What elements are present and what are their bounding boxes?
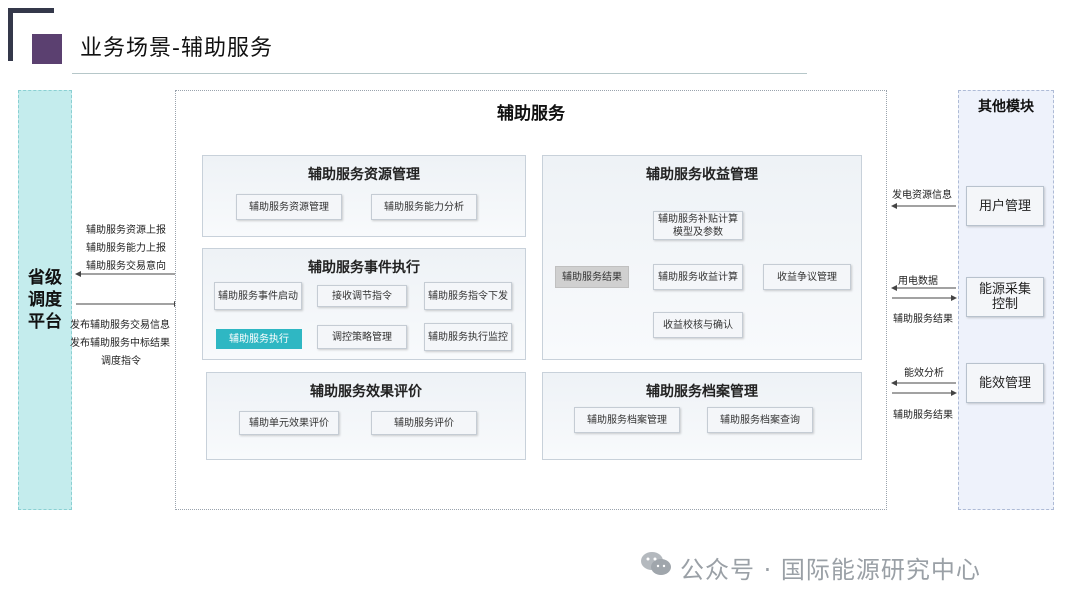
panel-title: 辅助服务事件执行 (308, 260, 420, 276)
energy-efficiency-module: 能效管理 (966, 363, 1044, 403)
revenue-verification-box: 收益校核与确认 (653, 312, 743, 338)
resource-management-box: 辅助服务资源管理 (236, 194, 342, 220)
event-execution-panel: 辅助服务事件执行 辅助服务事件启动 接收调节指令 辅助服务指令下发 辅助服务执行… (202, 248, 526, 360)
revenue-management-panel: 辅助服务收益管理 辅助服务补贴计算模型及参数 辅助服务结果 辅助服务收益计算 收… (542, 155, 862, 360)
effect-evaluation-panel: 辅助服务效果评价 辅助单元效果评价 辅助服务评价 (206, 372, 526, 460)
subsidy-model-box: 辅助服务补贴计算模型及参数 (653, 211, 743, 240)
instruction-dispatch-box: 辅助服务指令下发 (424, 282, 512, 310)
wechat-icon (641, 552, 671, 575)
panel-title: 辅助服务效果评价 (310, 384, 422, 400)
unit-evaluation-box: 辅助单元效果评价 (239, 411, 339, 435)
archive-query-box: 辅助服务档案查询 (707, 407, 813, 433)
event-start-box: 辅助服务事件启动 (214, 282, 302, 310)
left-arrow-label: 发布辅助服务中标结果 (70, 338, 170, 349)
other-modules-title: 其他模块 (978, 99, 1034, 115)
service-evaluation-box: 辅助服务评价 (371, 411, 477, 435)
ancillary-service-title: 辅助服务 (497, 104, 565, 124)
execution-monitor-box: 辅助服务执行监控 (424, 323, 512, 351)
left-arrow-label: 调度指令 (101, 356, 141, 367)
resource-management-panel: 辅助服务资源管理 辅助服务资源管理 辅助服务能力分析 (202, 155, 526, 237)
left-arrow-label: 辅助服务交易意向 (86, 261, 166, 272)
panel-title: 辅助服务收益管理 (646, 167, 758, 183)
dispute-management-box: 收益争议管理 (763, 264, 851, 290)
service-result-box: 辅助服务结果 (555, 266, 629, 288)
panel-title: 辅助服务档案管理 (646, 384, 758, 400)
receive-instruction-box: 接收调节指令 (317, 285, 407, 307)
right-arrow-label: 能效分析 (904, 368, 944, 379)
user-management-module: 用户管理 (966, 186, 1044, 226)
panel-title: 辅助服务资源管理 (308, 167, 420, 183)
left-arrow-label: 发布辅助服务交易信息 (70, 320, 170, 331)
left-arrow-label: 辅助服务能力上报 (86, 243, 166, 254)
revenue-calculation-box: 辅助服务收益计算 (653, 264, 743, 290)
right-arrow-label: 辅助服务结果 (893, 410, 953, 421)
archive-management-box: 辅助服务档案管理 (574, 407, 680, 433)
archive-management-panel: 辅助服务档案管理 辅助服务档案管理 辅助服务档案查询 (542, 372, 862, 460)
right-arrow-label: 辅助服务结果 (893, 314, 953, 325)
right-arrow-label: 发电资源信息 (892, 190, 952, 201)
service-execution-box: 辅助服务执行 (216, 329, 302, 349)
right-arrow-label: 用电数据 (898, 276, 938, 287)
watermark-text: 公众号 · 国际能源研究中心 (680, 556, 981, 584)
energy-collection-module: 能源采集控制 (966, 277, 1044, 317)
capability-analysis-box: 辅助服务能力分析 (371, 194, 477, 220)
strategy-management-box: 调控策略管理 (317, 325, 407, 349)
left-arrow-label: 辅助服务资源上报 (86, 225, 166, 236)
